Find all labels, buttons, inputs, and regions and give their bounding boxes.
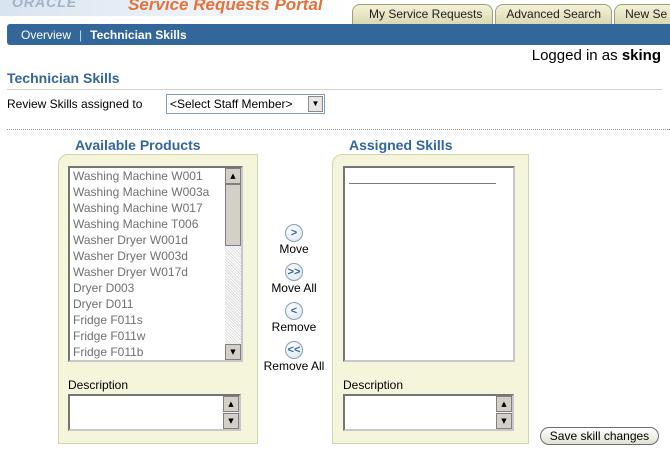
review-skills-label: Review Skills assigned to xyxy=(7,97,143,111)
scroll-thumb[interactable] xyxy=(225,184,241,246)
remove-button[interactable]: < Remove xyxy=(254,302,334,334)
move-right-icon[interactable]: > xyxy=(285,224,303,242)
list-item[interactable]: Dryer D011 xyxy=(70,296,241,312)
assigned-skills-list[interactable] xyxy=(343,166,515,362)
page-title: Technician Skills xyxy=(7,70,120,86)
empty-list-placeholder xyxy=(349,183,496,184)
dropdown-arrow-icon[interactable]: ▼ xyxy=(308,96,323,112)
page: ORACLE Service Requests Portal My Servic… xyxy=(0,0,670,451)
list-item[interactable]: Washing Machine W003a xyxy=(70,184,241,200)
tab-advanced-search[interactable]: Advanced Search xyxy=(495,4,613,25)
overview-link[interactable]: Overview xyxy=(7,28,71,42)
available-list-scrollbar[interactable]: ▲ ▼ xyxy=(225,168,241,360)
list-item[interactable]: Fridge F011w xyxy=(70,328,241,344)
available-products-title: Available Products xyxy=(75,137,201,153)
brand-banner: ORACLE Service Requests Portal xyxy=(0,0,350,16)
save-skill-changes-button[interactable]: Save skill changes xyxy=(540,427,659,445)
list-item[interactable]: Washer Dryer W017d xyxy=(70,264,241,280)
tab-my-service-requests[interactable]: My Service Requests xyxy=(352,4,494,25)
scroll-down-icon[interactable]: ▼ xyxy=(223,413,239,429)
scroll-down-icon[interactable]: ▼ xyxy=(225,344,241,360)
logged-in-status: Logged in as sking xyxy=(532,47,661,64)
move-button[interactable]: > Move xyxy=(254,224,334,256)
scroll-up-icon[interactable]: ▲ xyxy=(223,396,239,412)
subnav-separator: | xyxy=(79,27,83,42)
remove-all-label[interactable]: Remove All xyxy=(264,359,325,373)
move-all-label[interactable]: Move All xyxy=(271,281,316,295)
global-tabs: My Service Requests Advanced Search New … xyxy=(352,4,670,25)
title-divider xyxy=(7,89,662,90)
move-all-right-icon[interactable]: >> xyxy=(285,263,303,281)
logged-in-label: Logged in as xyxy=(531,47,618,64)
list-item[interactable]: Dryer D003 xyxy=(70,280,241,296)
available-description-field[interactable]: ▲ ▼ xyxy=(68,394,241,431)
list-item[interactable]: Washing Machine W017 xyxy=(70,200,241,216)
assigned-description-field[interactable]: ▲ ▼ xyxy=(343,394,514,431)
remove-label[interactable]: Remove xyxy=(272,320,317,334)
list-item[interactable]: Washing Machine W001 xyxy=(70,168,241,184)
staff-select-value: <Select Staff Member> xyxy=(170,97,293,111)
list-item[interactable]: Washing Machine T006 xyxy=(70,216,241,232)
available-products-list[interactable]: Washing Machine W001 Washing Machine W003… xyxy=(68,166,243,362)
move-label[interactable]: Move xyxy=(279,242,308,256)
remove-left-icon[interactable]: < xyxy=(285,302,303,320)
app-title: Service Requests Portal xyxy=(128,0,323,14)
list-item[interactable]: Fridge F011b xyxy=(70,344,241,360)
scroll-down-icon[interactable]: ▼ xyxy=(496,413,512,429)
scroll-up-icon[interactable]: ▲ xyxy=(496,396,512,412)
brand-logo: ORACLE xyxy=(12,0,78,10)
section-divider xyxy=(7,129,670,130)
scroll-up-icon[interactable]: ▲ xyxy=(225,168,241,184)
move-all-button[interactable]: >> Move All xyxy=(254,263,334,295)
available-items-container: Washing Machine W001 Washing Machine W003… xyxy=(70,168,241,360)
list-item[interactable]: Washer Dryer W003d xyxy=(70,248,241,264)
technician-skills-link[interactable]: Technician Skills xyxy=(90,28,186,42)
tab-new-service-request[interactable]: New Se xyxy=(614,4,670,25)
staff-member-select[interactable]: <Select Staff Member> ▼ xyxy=(166,94,325,114)
description-scrollbar[interactable]: ▲ ▼ xyxy=(496,396,512,429)
remove-all-button[interactable]: << Remove All xyxy=(254,341,334,373)
assigned-skills-title: Assigned Skills xyxy=(349,137,453,153)
remove-all-left-icon[interactable]: << xyxy=(285,341,303,359)
list-item[interactable]: Fridge F011s xyxy=(70,312,241,328)
sub-navigation-bar: Overview | Technician Skills xyxy=(7,24,670,45)
available-description-label: Description xyxy=(68,378,129,392)
description-scrollbar[interactable]: ▲ ▼ xyxy=(223,396,239,429)
assigned-description-label: Description xyxy=(343,378,404,392)
list-item[interactable]: Washer Dryer W001d xyxy=(70,232,241,248)
username: sking xyxy=(621,47,661,64)
